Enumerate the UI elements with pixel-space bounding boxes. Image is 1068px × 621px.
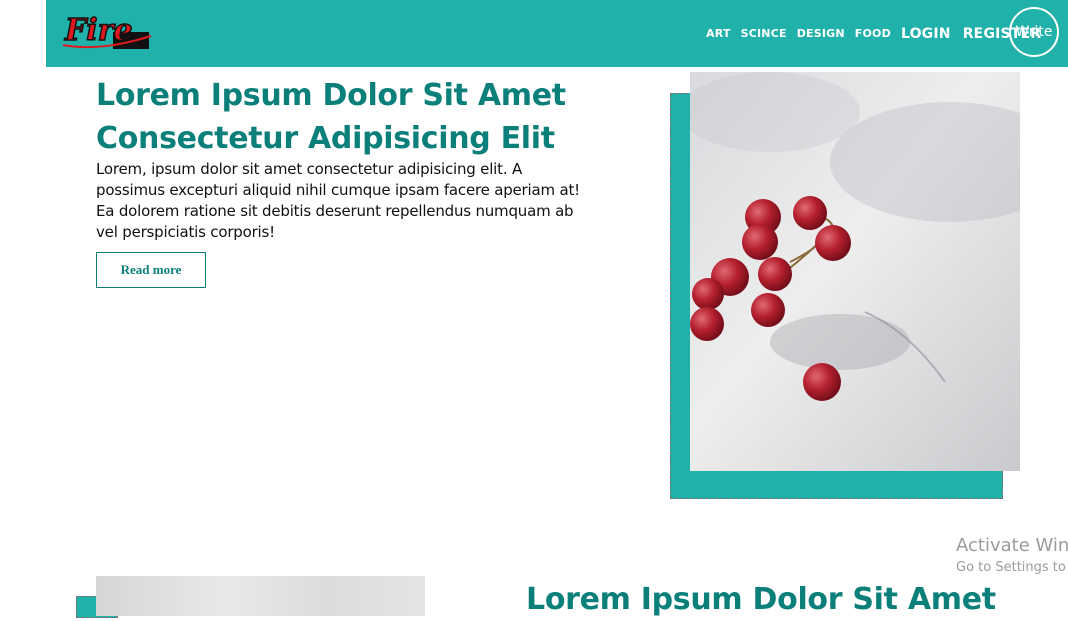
- nav-link-food[interactable]: FOOD: [855, 27, 891, 40]
- grapes-image: [690, 72, 1020, 471]
- nav-links: ART SCINCE DESIGN FOOD LOGIN REGISTER: [706, 0, 1053, 67]
- post-title-2[interactable]: Lorem Ipsum Dolor Sit Amet: [526, 578, 1026, 621]
- navbar: Fire ART SCINCE DESIGN FOOD LOGIN REGIST…: [46, 0, 1068, 67]
- post-excerpt: Lorem, ipsum dolor sit amet consectetur …: [96, 160, 580, 241]
- login-link[interactable]: LOGIN: [901, 26, 951, 42]
- post-title[interactable]: Lorem Ipsum Dolor Sit Amet Consectetur A…: [96, 74, 616, 160]
- post-image[interactable]: [690, 72, 1020, 471]
- fire-logo[interactable]: Fire: [61, 10, 156, 52]
- activation-watermark: Activate Windows Go to Settings to activ…: [956, 535, 1068, 577]
- watermark-title: Activate Windows: [956, 535, 1068, 556]
- watermark-subtitle: Go to Settings to activate Windows.: [956, 560, 1068, 575]
- nav-link-art[interactable]: ART: [706, 27, 731, 40]
- post-image-2[interactable]: [96, 576, 425, 616]
- nav-link-science[interactable]: SCINCE: [741, 27, 787, 40]
- nav-link-design[interactable]: DESIGN: [797, 27, 845, 40]
- read-more-button[interactable]: Read more: [96, 252, 206, 288]
- write-button[interactable]: Write: [1009, 7, 1059, 57]
